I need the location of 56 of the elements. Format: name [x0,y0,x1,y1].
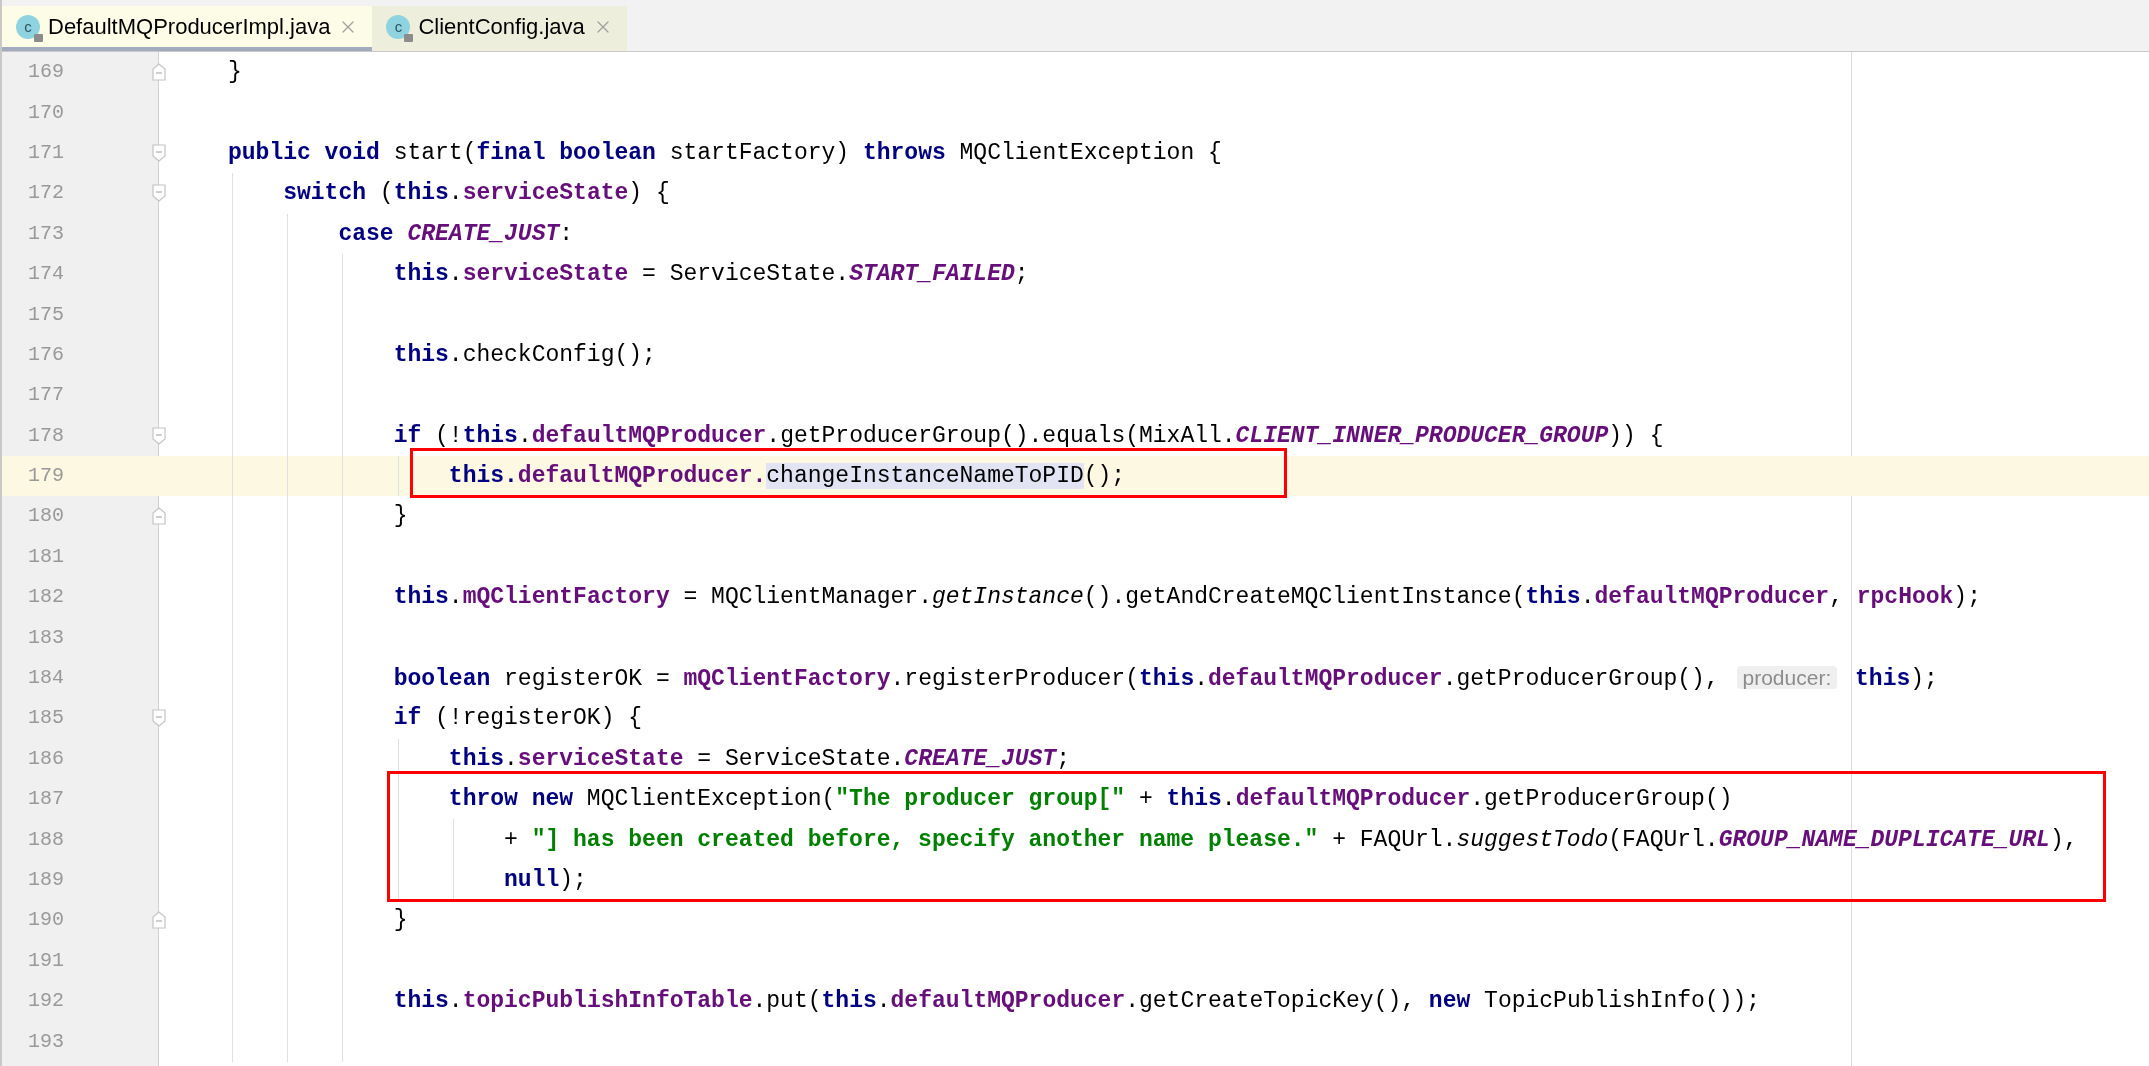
code-line: this.defaultMQProducer.changeInstanceNameToPID(); [447,462,1126,492]
line-number: 174 [28,261,64,288]
code-line: public void start(final boolean startFactory) throws MQClientException { [228,138,1222,168]
line-number: 184 [28,665,64,692]
fold-marker-icon[interactable] [152,426,166,445]
line-number: 181 [28,543,64,570]
line-number: 172 [28,180,64,207]
class-file-icon: c [386,14,411,39]
line-number: 189 [28,867,64,893]
code-line: throw new MQClientException("The producer group[" + this.defaultMQProducer.getProducerGroup() [447,785,1733,815]
line-number: 188 [28,826,64,853]
fold-marker-icon[interactable] [152,507,166,526]
code-line: boolean registerOK = mQClientFactory.registerProducer(this.defaultMQProducer.getProducerGroup(), producer: this); [392,664,1938,694]
line-number: 182 [28,584,64,611]
fold-marker-icon[interactable] [152,911,166,930]
code-line: this.mQClientFactory = MQClientManager.getInstance().getAndCreateMQClientInstance(this.defaultMQProducer, rpcHook); [392,583,1981,613]
code-line: case CREATE_JUST: [337,219,574,249]
line-number: 169 [28,59,64,86]
code-line: if (!registerOK) { [392,704,643,734]
code-line: this.checkConfig(); [392,340,656,370]
editor-tab[interactable]: c ClientConfig.java [372,6,627,51]
line-number: 191 [28,947,64,974]
line-number: 180 [28,503,64,530]
code-line: + "] has been created before, specify another name please." + FAQUrl.suggestTodo(FAQUrl.GROUP_NAME_DUPLICATE_URL), [503,825,2078,855]
line-number: 178 [28,422,64,449]
code-line: } [228,58,242,88]
tab-label: ClientConfig.java [418,13,585,41]
line-number: 193 [28,1028,64,1055]
line-number: 173 [28,220,64,247]
line-number: 176 [28,341,64,368]
line-number: 177 [28,382,64,409]
line-number: 175 [28,301,64,328]
code-line: null); [503,866,587,895]
code-line: this.serviceState = ServiceState.CREATE_JUST; [447,744,1070,774]
line-number: 179 [28,463,64,490]
code-line: this.topicPublishInfoTable.put(this.defaultMQProducer.getCreateTopicKey(), new TopicPublishInfo()); [392,987,1761,1017]
line-number: 190 [28,907,64,934]
fold-marker-icon[interactable] [152,143,166,162]
line-number: 185 [28,705,64,732]
line-number: 183 [28,624,64,651]
line-number: 187 [28,786,64,813]
class-file-icon: c [16,14,40,39]
tab-label: DefaultMQProducerImpl.java [48,13,331,41]
line-number: 192 [28,988,64,1015]
fold-marker-icon[interactable] [152,184,166,203]
code-line: } [392,502,408,532]
fold-marker-icon[interactable] [152,63,166,81]
code-line: this.serviceState = ServiceState.START_FAILED; [392,260,1029,290]
editor-tab[interactable]: c DefaultMQProducerImpl.java [2,6,373,51]
line-number: 186 [28,745,64,772]
line-number: 171 [28,139,64,166]
fold-marker-icon[interactable] [152,709,166,728]
code-line: } [392,906,408,936]
code-line: switch (this.serviceState) { [282,179,670,209]
line-number: 170 [28,99,64,126]
code-line: if (!this.defaultMQProducer.getProducerGroup().equals(MixAll.CLIENT_INNER_PRODUCER_GROUP)) { [392,421,1664,451]
